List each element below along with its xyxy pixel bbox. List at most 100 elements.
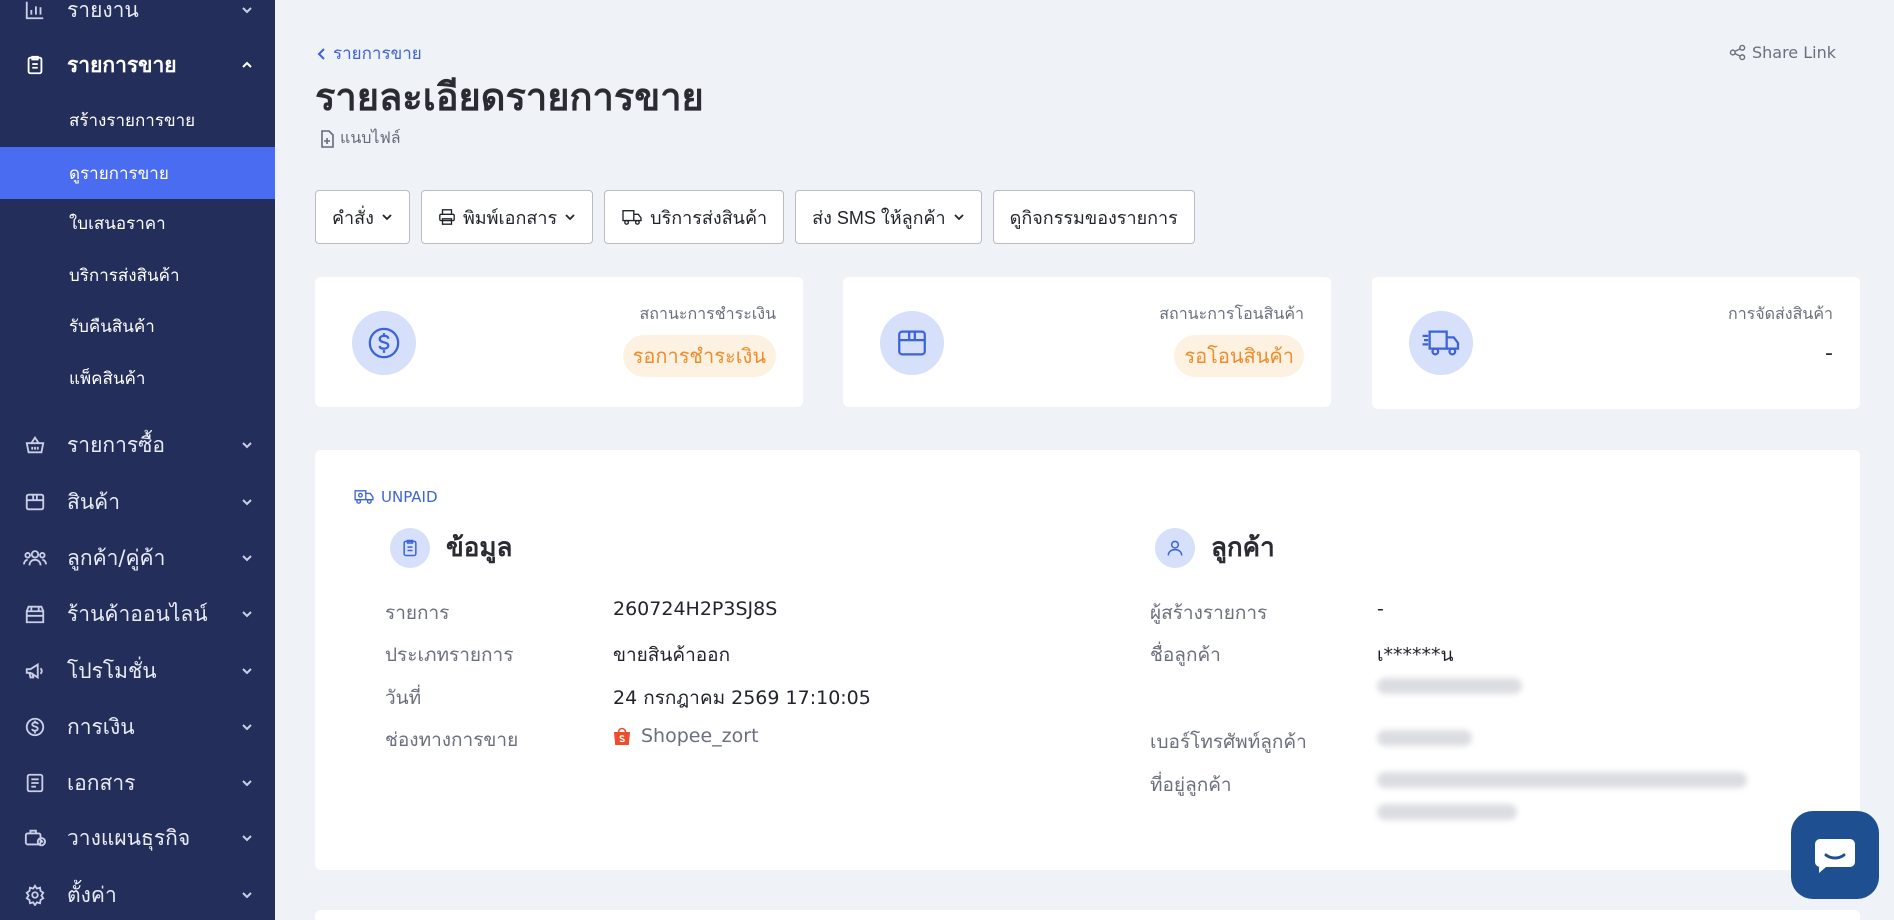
chevron-down-icon [240,551,254,565]
chevron-down-icon [240,776,254,790]
users-icon [22,545,48,571]
share-link-button[interactable]: Share Link [1729,43,1836,62]
transfer-status-badge: รอโอนสินค้า [1174,335,1304,377]
shopee-icon [613,726,631,746]
chevron-down-icon [564,211,576,223]
sidebar-item-label: รายการซื้อ [67,432,166,457]
transfer-status-label: สถานะการโอนสินค้า [1159,304,1304,323]
megaphone-icon [22,658,48,684]
sidebar-subitem-label: ใบเสนอราคา [69,213,166,234]
sidebar-subitem-label: รับคืนสินค้า [69,316,155,337]
next-section-card [315,910,1860,920]
payment-status-label: สถานะการชำระเงิน [639,304,776,323]
sidebar-item-label: ตั้งค่า [67,882,117,907]
sidebar-item-reports[interactable]: รายงาน [0,0,275,36]
sidebar-subitem-packing[interactable]: แพ็คสินค้า [0,352,275,404]
gear-icon [22,882,48,908]
chevron-down-icon [240,664,254,678]
chat-support-button[interactable] [1791,811,1879,899]
attach-file-label: แนบไฟล์ [340,128,401,147]
sidebar-subitem-shipping-service[interactable]: บริการส่งสินค้า [0,249,275,301]
sidebar-subitem-quotation[interactable]: ใบเสนอราคา [0,197,275,249]
action-toolbar: คำสั่ง พิมพ์เอกสาร บริการส่งสินค้า ส่ง S… [315,190,1195,244]
sidebar-item-promotions[interactable]: โปรโมชั่น [0,645,275,697]
send-sms-button[interactable]: ส่ง SMS ให้ลูกค้า [795,190,982,244]
customer-name-label: ชื่อลูกค้า [1150,644,1221,666]
sidebar-item-label: วางแผนธุรกิจ [67,825,191,850]
sidebar-item-label: รายการขาย [67,52,177,77]
activity-label: ดูกิจกรรมของรายการ [1009,207,1178,228]
sidebar-subitem-create-sale[interactable]: สร้างรายการขาย [0,94,275,146]
box-icon [880,311,944,375]
sidebar-item-label: เอกสาร [67,770,136,795]
truck-icon [621,208,643,226]
share-link-label: Share Link [1751,43,1836,62]
shipping-label: บริการส่งสินค้า [650,207,768,228]
sidebar-item-label: โปรโมชั่น [67,658,157,683]
bar-chart-icon [22,0,48,23]
sidebar-item-business-planning[interactable]: วางแผนธุรกิจ [0,812,275,864]
sidebar-item-label: สินค้า [67,489,121,514]
redacted-phone [1377,730,1472,746]
date-value: 24 กรกฎาคม 2569 17:10:05 [613,687,871,709]
sidebar: รายงาน รายการขาย สร้างรายการขาย ดูรายการ… [0,0,275,920]
sales-channel-value[interactable]: Shopee_zort [613,725,759,747]
order-type-label: ประเภทรายการ [385,644,514,666]
sidebar-item-online-store[interactable]: ร้านค้าออนไลน์ [0,588,275,640]
sidebar-subitem-view-sales[interactable]: ดูรายการขาย [0,147,275,199]
sidebar-item-label: ร้านค้าออนไลน์ [67,601,208,626]
sidebar-item-label: รายงาน [67,0,139,22]
chevron-down-icon [381,211,393,223]
order-type-value: ขายสินค้าออก [613,644,731,666]
payment-tag-label: UNPAID [381,488,438,506]
briefcase-icon [22,825,48,851]
sidebar-subitem-label: ดูรายการขาย [69,163,169,184]
transfer-status-card: สถานะการโอนสินค้า รอโอนสินค้า [843,277,1331,407]
sidebar-item-finance[interactable]: การเงิน [0,701,275,753]
page-title: รายละเอียดรายการขาย [315,75,704,119]
dollar-icon [22,714,48,740]
chevron-down-icon [240,3,254,17]
redacted-address-line-1 [1377,772,1747,788]
print-label: พิมพ์เอกสาร [462,207,558,228]
info-section-title: ข้อมูล [446,533,513,563]
creator-label: ผู้สร้างรายการ [1150,602,1268,624]
sidebar-item-documents[interactable]: เอกสาร [0,757,275,809]
document-icon [22,770,48,796]
payment-status-card: สถานะการชำระเงิน รอการชำระเงิน [315,277,803,407]
sidebar-item-products[interactable]: สินค้า [0,476,275,528]
delivery-status-value: - [1825,341,1833,366]
breadcrumb[interactable]: รายการขาย [315,40,422,67]
store-icon [22,601,48,627]
shipping-service-button[interactable]: บริการส่งสินค้า [604,190,785,244]
redacted-address-line-2 [1377,804,1517,820]
sidebar-item-customers[interactable]: ลูกค้า/คู่ค้า [0,532,275,584]
money-truck-icon [353,489,375,505]
chevron-down-icon [240,495,254,509]
sidebar-item-label: ลูกค้า/คู่ค้า [67,545,166,570]
chevron-down-icon [240,831,254,845]
sidebar-item-sales[interactable]: รายการขาย [0,39,275,91]
delivery-status-label: การจัดส่งสินค้า [1728,304,1833,323]
command-dropdown-button[interactable]: คำสั่ง [315,190,410,244]
print-document-button[interactable]: พิมพ์เอกสาร [420,190,594,244]
redacted-customer-detail [1377,678,1522,694]
chevron-down-icon [240,607,254,621]
chevron-down-icon [240,720,254,734]
sidebar-subitem-returns[interactable]: รับคืนสินค้า [0,300,275,352]
chevron-down-icon [240,888,254,902]
dollar-icon [352,311,416,375]
customer-section-title: ลูกค้า [1211,533,1275,563]
sidebar-item-purchases[interactable]: รายการซื้อ [0,419,275,471]
date-label: วันที่ [385,687,422,709]
customer-section-header: ลูกค้า [1155,527,1275,568]
view-activity-button[interactable]: ดูกิจกรรมของรายการ [992,190,1195,244]
delivery-status-card: การจัดส่งสินค้า - [1372,277,1860,409]
sales-channel-label: ช่องทางการขาย [385,729,519,751]
file-plus-icon [320,129,334,148]
truck-icon [1409,311,1473,375]
order-detail-card: UNPAID ข้อมูล รายการ 260724H2P3SJ8S ประเ… [315,450,1860,870]
attach-file-link[interactable]: แนบไฟล์ [320,126,401,151]
customer-name-value: เ******น [1377,644,1454,666]
sidebar-item-settings[interactable]: ตั้งค่า [0,869,275,920]
